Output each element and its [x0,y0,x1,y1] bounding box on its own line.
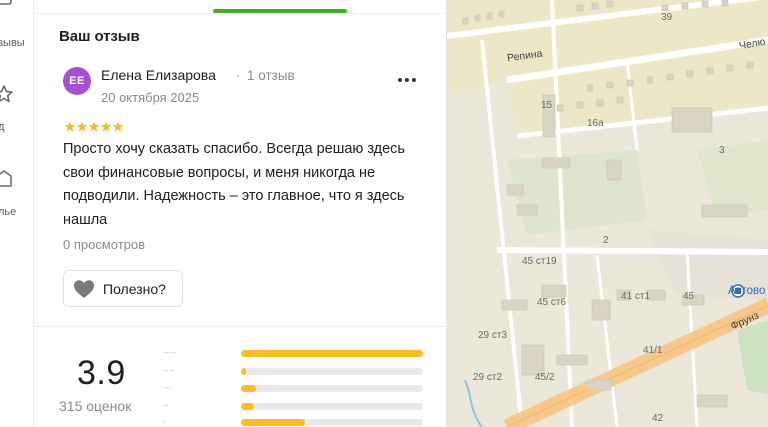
section-title: Ваш отзыв [59,28,140,45]
rail-item-label: лье [0,206,17,218]
review-stars [64,121,124,132]
distribution-bar-fill [241,350,423,357]
map-label: 45/2 [535,372,555,383]
review-date: 20 октября 2025 [101,90,200,105]
distribution-bar-track [241,385,423,392]
star-icon [171,351,174,354]
map-label: 29 ст2 [473,372,503,383]
distribution-bar-track [241,368,423,375]
star-icon [168,386,172,389]
map-label: 42 [652,413,664,424]
distribution-bar-fill [241,419,305,426]
map-label: 29 ст3 [478,330,508,341]
distribution-bar-fill [241,368,247,375]
rail-item-label: д [0,121,4,133]
distribution-bar-fill [241,385,256,392]
avatar[interactable]: ЕЕ [63,67,91,95]
tab-divider [35,13,445,14]
stars-icon [163,369,174,372]
map-label: 41/1 [643,345,663,356]
author-review-count: 1 отзыв [247,68,295,83]
star-icon [165,369,169,372]
more-dot-icon [405,78,409,82]
distribution-row-4[interactable] [163,364,428,378]
star-icon [100,121,112,132]
left-rail: зывы д лье [0,0,34,427]
star-icon [163,420,166,423]
more-dot-icon [398,78,402,82]
distribution-row-3[interactable] [163,381,428,395]
star-icon [163,386,166,389]
views-count: 0 просмотров [63,237,146,252]
more-dot-icon [412,78,416,82]
star-icon [163,404,166,407]
building-icon [0,170,12,187]
more-options-button[interactable] [395,70,419,90]
map-label: 41 ст1 [621,291,651,302]
rating-count[interactable]: 315 оценок [59,398,131,414]
map-canvas [447,0,768,427]
stars-icon [163,351,177,354]
distribution-stars [163,346,177,360]
map-label: 45 ст19 [522,256,557,267]
star-icon [88,121,100,132]
reviews-icon [0,0,12,5]
map-view[interactable]: 39 Репина Челю 15 16а 3 2 45 ст19 45 ст6… [446,0,768,427]
distribution-bar-fill [241,403,254,410]
distribution-row-2[interactable] [163,399,428,413]
distribution-bar-track [241,419,423,426]
useful-label: Полезно? [103,280,166,297]
distribution-stars [163,381,177,395]
distribution-row-5[interactable] [163,346,428,360]
author-name[interactable]: Елена Елизарова [101,67,216,83]
map-label: 2 [603,235,609,246]
rating-value: 3.9 [77,354,126,392]
distribution-stars [163,399,177,413]
distribution-bar-track [241,403,423,410]
distribution-stars [163,415,177,427]
stars-icon [163,420,166,423]
distribution-bar-track [241,350,423,357]
map-label: 15 [541,100,553,111]
map-label: 45 ст6 [537,297,567,308]
star-icon [171,369,174,372]
stars-icon [163,386,172,389]
star-icon [112,121,124,132]
star-icon [0,85,13,103]
star-icon [168,351,172,354]
useful-button[interactable]: Полезно? [63,270,183,307]
section-divider [35,326,445,327]
rail-item-label: зывы [0,37,25,49]
heart-icon [74,279,94,298]
star-icon [165,404,169,407]
map-label: 3 [719,145,725,156]
map-label: 16а [587,118,604,129]
star-icon [165,386,169,389]
star-icon [174,351,177,354]
star-icon [165,351,169,354]
distribution-stars [163,364,177,378]
star-icon [163,351,166,354]
star-icon [76,121,88,132]
separator-dot: · [236,67,241,83]
star-icon [168,369,172,372]
map-label: 39 [661,12,673,23]
map-stop-label[interactable]: Автово [728,285,765,297]
map-label: 45 [683,291,695,302]
distribution-row-1[interactable] [163,415,428,427]
review-text: Просто хочу сказать спасибо. Всегда реша… [63,141,405,228]
star-icon [163,369,166,372]
stars-icon [163,404,169,407]
star-icon [64,121,76,132]
review-panel: Ваш отзыв ЕЕ Елена Елизарова · 1 отзыв 2… [35,0,445,427]
